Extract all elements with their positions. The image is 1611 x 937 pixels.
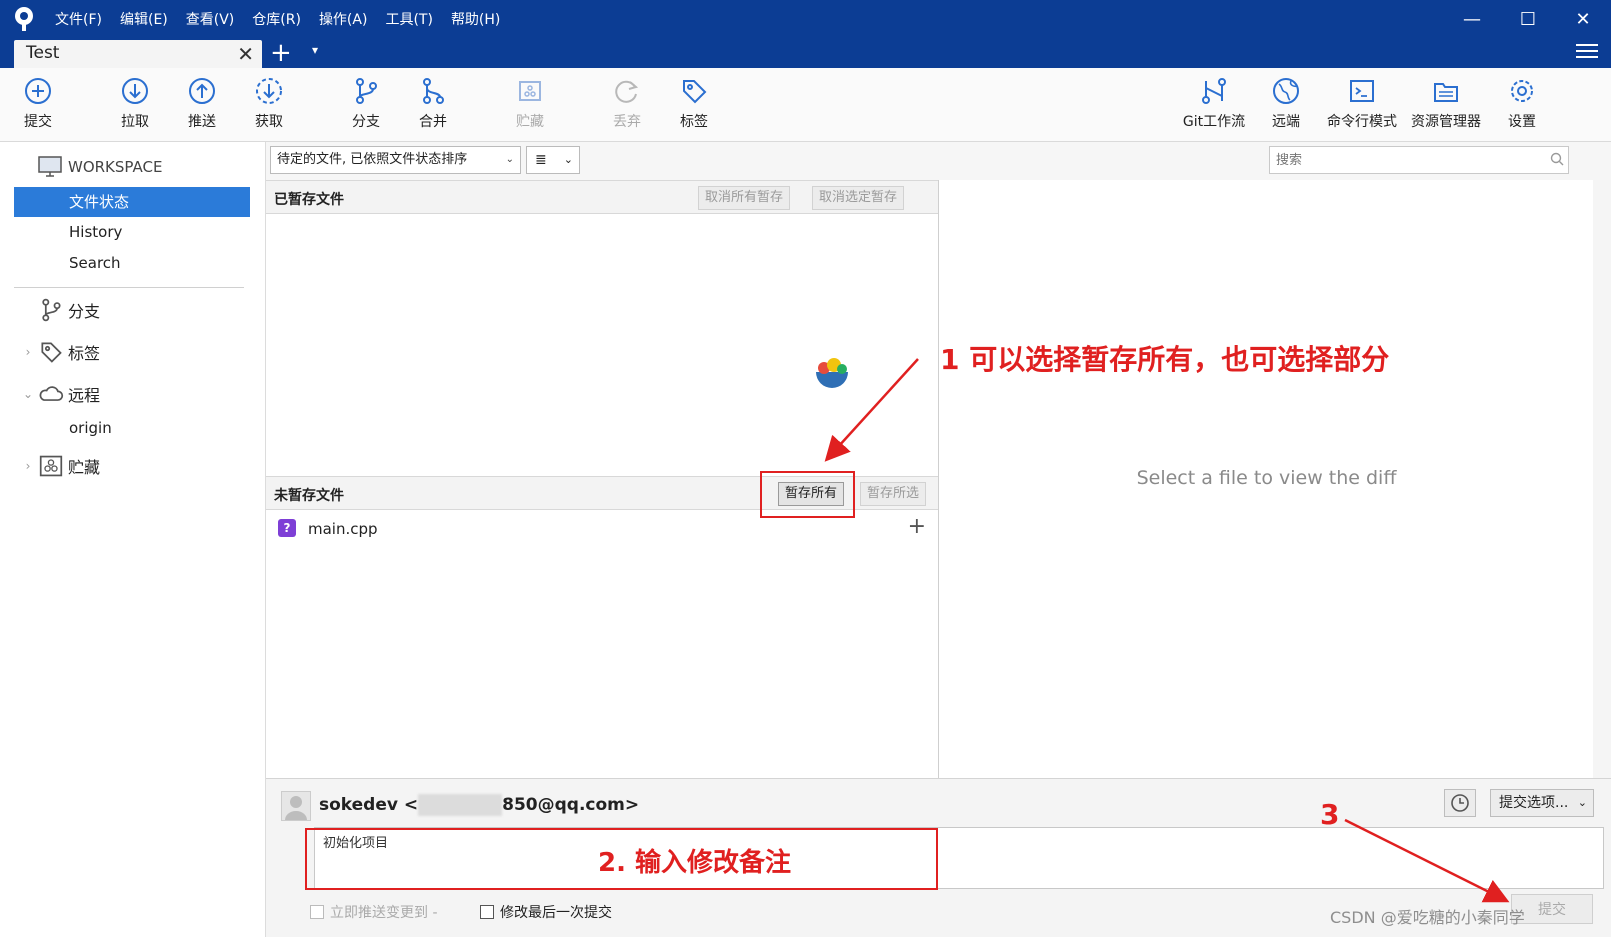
annotation-arrow-to-commit xyxy=(1344,818,1510,903)
annotation-arrows xyxy=(824,358,1510,903)
annotation-arrow-to-stage-all xyxy=(824,358,919,462)
watermark: CSDN @爱吃糖的小秦同学 xyxy=(1330,908,1525,927)
